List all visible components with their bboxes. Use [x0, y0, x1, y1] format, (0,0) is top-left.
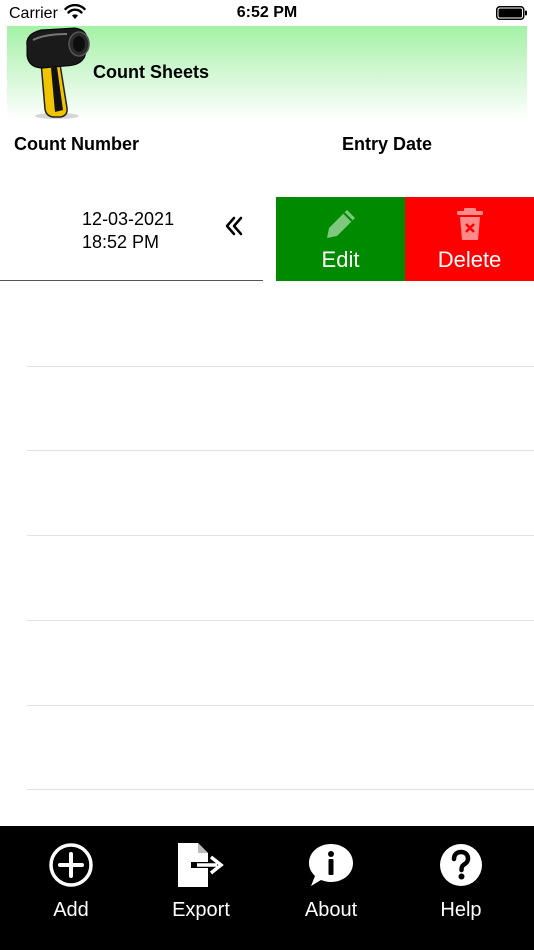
edit-label: Edit — [321, 247, 360, 272]
column-header-count-number: Count Number — [14, 134, 139, 154]
list-separator — [27, 789, 534, 790]
barcode-scanner-icon — [15, 26, 95, 125]
export-button[interactable]: Export — [136, 826, 266, 950]
delete-label: Delete — [437, 247, 502, 272]
row-content[interactable]: 12-03-2021 18:52 PM — [0, 197, 263, 281]
plus-circle-icon — [6, 842, 136, 888]
status-time: 6:52 PM — [236, 4, 298, 21]
page-title: Count Sheets — [93, 62, 210, 82]
column-headers: Count Number Entry Date — [0, 130, 534, 160]
row-time-value: 18:52 PM — [82, 232, 160, 252]
row-date-value: 12-03-2021 — [82, 209, 175, 229]
list-separator — [27, 705, 534, 706]
battery-icon — [496, 6, 528, 25]
bottom-toolbar: Add Export About Help — [0, 826, 534, 950]
about-label: About — [304, 899, 358, 921]
list-separator — [27, 366, 534, 367]
row-entry-date: 12-03-2021 18:52 PM — [82, 208, 174, 254]
delete-button[interactable]: Delete — [405, 197, 534, 281]
edit-button[interactable]: Edit — [276, 197, 405, 281]
trash-icon — [405, 207, 534, 241]
count-sheet-row[interactable]: 12-03-2021 18:52 PM Edit Delete — [0, 197, 534, 281]
question-circle-icon — [396, 842, 526, 888]
list-separator — [27, 620, 534, 621]
info-bubble-icon — [266, 842, 396, 888]
about-button[interactable]: About — [266, 826, 396, 950]
double-chevron-left-icon[interactable] — [223, 215, 245, 242]
help-label: Help — [440, 899, 482, 921]
status-bar: Carrier 6:52 PM — [0, 0, 534, 26]
header-banner: Count Sheets — [7, 26, 527, 120]
export-label: Export — [172, 899, 230, 921]
export-icon — [136, 842, 266, 888]
pencil-icon — [276, 207, 405, 241]
column-header-entry-date: Entry Date — [342, 134, 433, 154]
add-label: Add — [53, 899, 89, 921]
help-button[interactable]: Help — [396, 826, 526, 950]
list-separator — [27, 535, 534, 536]
add-button[interactable]: Add — [6, 826, 136, 950]
list-separator — [27, 450, 534, 451]
